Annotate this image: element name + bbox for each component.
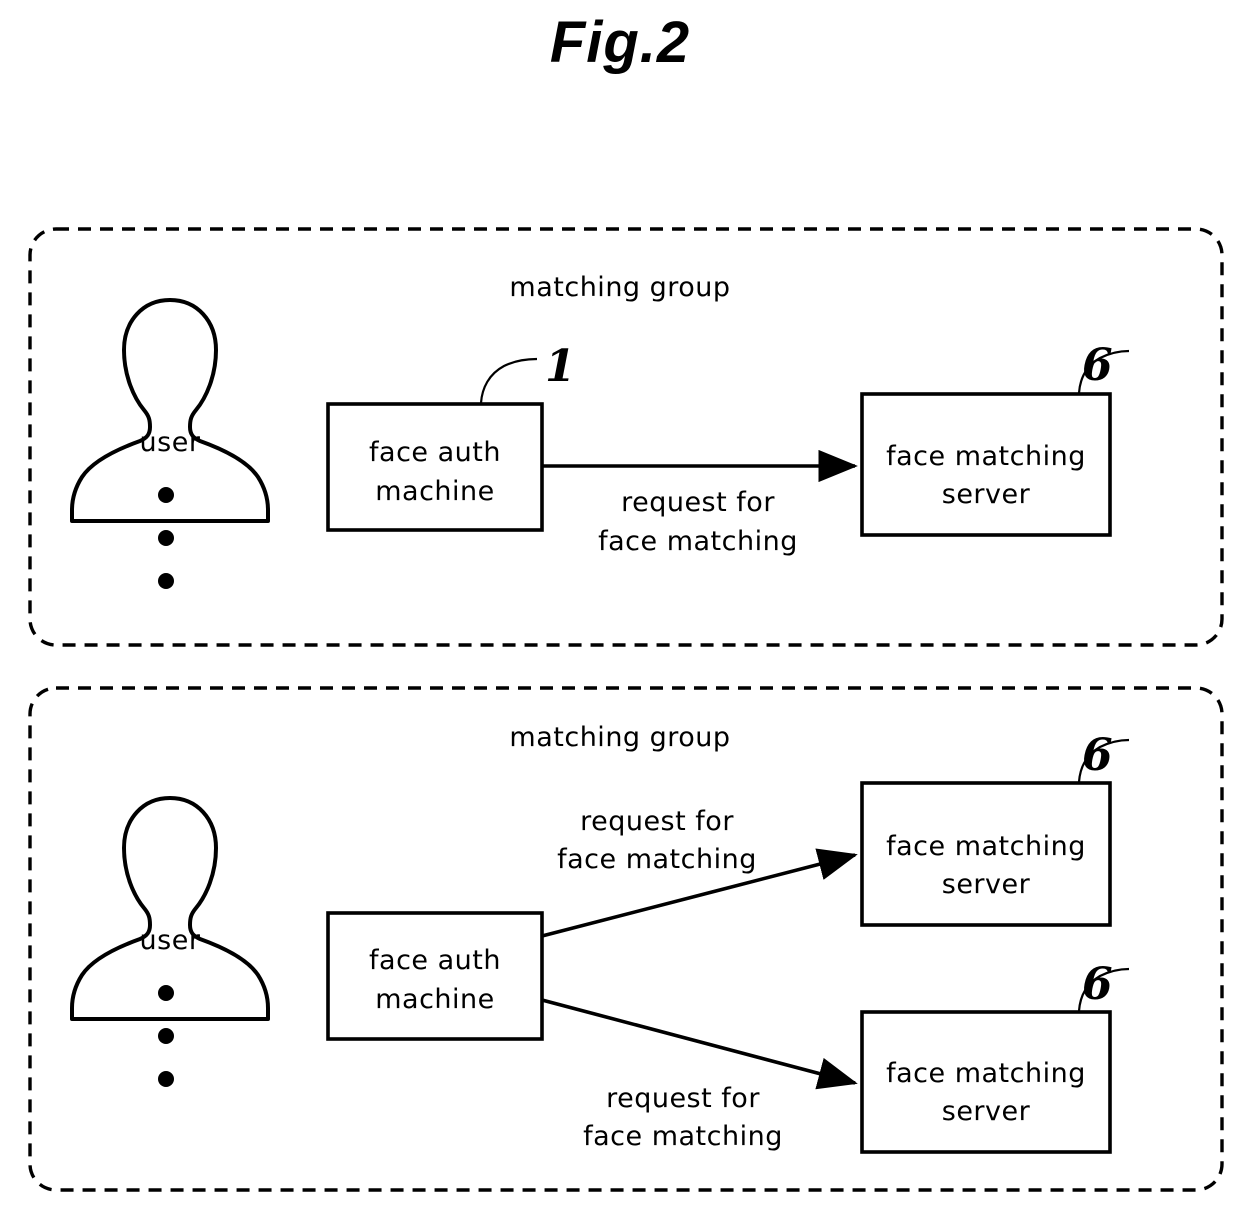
bottom-panel-flow-upper-label-line2: face matching <box>557 844 757 875</box>
face-matching-server-label-line2: server <box>942 479 1031 510</box>
face-matching-server-label-line1: face matching <box>886 441 1086 472</box>
ellipsis-dot <box>158 573 174 589</box>
ellipsis-dot <box>158 530 174 546</box>
reference-leader-line-1 <box>479 357 538 404</box>
bottom-panel: matching group user face auth machine re… <box>28 686 1224 1192</box>
bottom-panel-flow-upper-label-line1: request for <box>580 806 734 837</box>
reference-numeral-6-upper: 6 <box>1082 730 1113 781</box>
bottom-panel-face-matching-server-lower[interactable]: face matching server <box>860 1010 1112 1154</box>
bottom-panel-flow-arrow-lower <box>541 998 858 1090</box>
face-matching-server-label-line1: face matching <box>886 1058 1086 1089</box>
bottom-panel-group-label: matching group <box>509 722 730 753</box>
bottom-panel-user-label: user <box>140 925 201 956</box>
bottom-panel-flow-lower-label-line2: face matching <box>583 1121 783 1152</box>
ellipsis-dot <box>158 1028 174 1044</box>
patent-figure: Fig.2 matching group user face auth mach… <box>0 0 1240 1211</box>
figure-canvas: Fig.2 matching group user face auth mach… <box>28 10 1224 1192</box>
face-auth-machine-label-line1: face auth <box>369 437 501 468</box>
face-auth-machine-label-line2: machine <box>375 984 495 1015</box>
bottom-panel-flow-lower-label-line1: request for <box>606 1083 760 1114</box>
face-matching-server-label-line2: server <box>942 1096 1031 1127</box>
top-panel-flow-label-line2: face matching <box>598 526 798 557</box>
reference-numeral-1: 1 <box>545 341 576 392</box>
face-matching-server-label-line1: face matching <box>886 831 1086 862</box>
top-panel-flow-label-line1: request for <box>621 487 775 518</box>
ellipsis-dot <box>158 1071 174 1087</box>
ellipsis-dot <box>158 985 174 1001</box>
top-panel-user-label: user <box>140 427 201 458</box>
face-auth-machine-label-line2: machine <box>375 476 495 507</box>
reference-numeral-6-top: 6 <box>1082 340 1113 391</box>
reference-numeral-6-lower: 6 <box>1082 959 1113 1010</box>
bottom-panel-user-figure: user <box>70 796 270 1021</box>
top-panel-group-label: matching group <box>509 272 730 303</box>
top-panel-user-figure: user <box>70 298 270 523</box>
top-panel: matching group user face auth machine 1 <box>28 227 1224 647</box>
face-auth-machine-label-line1: face auth <box>369 945 501 976</box>
face-auth-machine-box[interactable] <box>326 911 544 1041</box>
user-silhouette-icon <box>70 796 270 1021</box>
bottom-panel-face-auth-machine[interactable]: face auth machine <box>326 911 544 1041</box>
ellipsis-dot <box>158 487 174 503</box>
figure-title: Fig.2 <box>550 10 690 75</box>
face-matching-server-label-line2: server <box>942 869 1031 900</box>
bottom-panel-face-matching-server-upper[interactable]: face matching server <box>860 781 1112 927</box>
top-panel-face-auth-machine[interactable]: face auth machine <box>326 402 544 532</box>
user-silhouette-icon <box>70 298 270 523</box>
top-panel-face-matching-server[interactable]: face matching server <box>860 392 1112 537</box>
